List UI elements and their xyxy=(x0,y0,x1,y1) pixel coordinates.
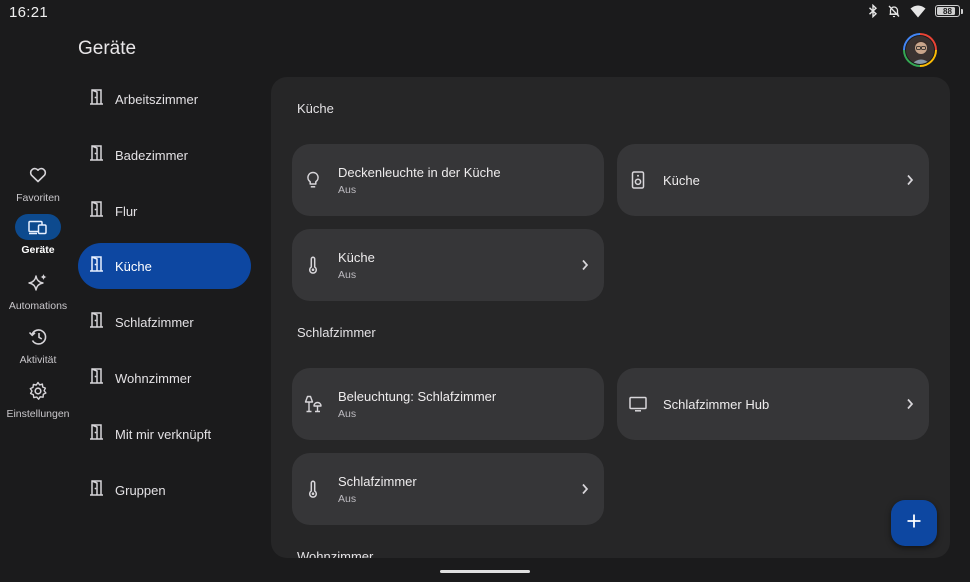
heart-icon xyxy=(15,162,61,188)
room-item-arbeitszimmer[interactable]: Arbeitszimmer xyxy=(78,76,251,122)
room-item-schlafzimmer[interactable]: Schlafzimmer xyxy=(78,299,251,345)
status-bar: 16:21 88 xyxy=(0,0,970,26)
device-name: Deckenleuchte in der Küche xyxy=(338,164,501,180)
device-card-schlafzimmer-thermostat[interactable]: Schlafzimmer Aus xyxy=(292,453,604,525)
status-time: 16:21 xyxy=(9,4,49,21)
rail-label-geraete: Geräte xyxy=(21,244,55,256)
rail-item-favoriten[interactable]: Favoriten xyxy=(0,162,76,204)
rail-label-automations: Automations xyxy=(8,300,68,312)
lightbulb-icon xyxy=(304,171,322,189)
gesture-nav-handle[interactable] xyxy=(440,570,530,573)
door-icon xyxy=(89,423,104,445)
section-title-schlafzimmer: Schlafzimmer xyxy=(297,325,376,340)
device-name: Küche xyxy=(663,172,700,188)
room-item-flur[interactable]: Flur xyxy=(78,188,251,234)
rail-item-einstellungen[interactable]: Einstellungen xyxy=(0,378,76,420)
sparkle-icon xyxy=(15,270,61,296)
device-status: Aus xyxy=(338,268,357,281)
device-status: Aus xyxy=(338,407,357,420)
room-label: Arbeitszimmer xyxy=(115,91,199,107)
room-label: Flur xyxy=(115,203,138,219)
gear-icon xyxy=(15,378,61,404)
lamps-icon xyxy=(304,395,322,413)
room-label: Mit mir verknüpft xyxy=(115,426,212,442)
chevron-right-icon xyxy=(581,258,589,276)
room-item-badezimmer[interactable]: Badezimmer xyxy=(78,132,251,178)
battery-level: 88 xyxy=(943,6,952,16)
room-label: Badezimmer xyxy=(115,147,188,163)
room-item-mit-mir-verknuepft[interactable]: Mit mir verknüpft xyxy=(78,411,251,457)
device-card-beleuchtung-schlafzimmer[interactable]: Beleuchtung: Schlafzimmer Aus xyxy=(292,368,604,440)
door-icon xyxy=(89,367,104,389)
room-label: Küche xyxy=(115,258,152,274)
device-card-kueche-thermostat[interactable]: Küche Aus xyxy=(292,229,604,301)
devices-icon xyxy=(15,214,61,240)
chevron-right-icon xyxy=(906,173,914,191)
rail-label-favoriten: Favoriten xyxy=(16,192,60,204)
add-device-button[interactable] xyxy=(891,500,937,546)
history-icon xyxy=(15,324,61,350)
device-status: Aus xyxy=(338,492,357,505)
rail-item-geraete[interactable]: Geräte xyxy=(0,214,76,256)
room-label: Gruppen xyxy=(115,482,166,498)
device-status: Aus xyxy=(338,183,357,196)
door-icon xyxy=(89,88,104,110)
user-avatar[interactable] xyxy=(903,33,937,67)
room-item-wohnzimmer[interactable]: Wohnzimmer xyxy=(78,355,251,401)
bluetooth-icon xyxy=(868,4,878,18)
room-label: Wohnzimmer xyxy=(115,370,192,386)
room-item-kueche[interactable]: Küche xyxy=(78,243,251,289)
rail-item-aktivitaet[interactable]: Aktivität xyxy=(0,324,76,366)
device-name: Beleuchtung: Schlafzimmer xyxy=(338,388,497,404)
device-name: Küche xyxy=(338,249,375,265)
devices-panel[interactable]: Küche Deckenleuchte in der Küche Aus Küc… xyxy=(271,77,950,558)
rail-label-einstellungen: Einstellungen xyxy=(6,408,70,420)
battery-icon: 88 xyxy=(935,5,963,17)
wifi-icon xyxy=(910,5,926,18)
thermometer-icon xyxy=(304,480,322,498)
room-item-gruppen[interactable]: Gruppen xyxy=(78,467,251,513)
section-title-wohnzimmer: Wohnzimmer xyxy=(297,549,374,558)
door-icon xyxy=(89,255,104,277)
page-title: Geräte xyxy=(78,38,137,59)
room-label: Schlafzimmer xyxy=(115,314,194,330)
section-title-kueche: Küche xyxy=(297,101,334,116)
door-icon xyxy=(89,479,104,501)
door-icon xyxy=(89,200,104,222)
door-icon xyxy=(89,311,104,333)
door-icon xyxy=(89,144,104,166)
device-name: Schlafzimmer Hub xyxy=(663,396,770,412)
bell-off-icon xyxy=(887,4,901,18)
rail-item-automations[interactable]: Automations xyxy=(0,270,76,312)
display-icon xyxy=(629,396,647,412)
device-card-kueche-speaker[interactable]: Küche xyxy=(617,144,929,216)
thermometer-icon xyxy=(304,256,322,274)
rail-label-aktivitaet: Aktivität xyxy=(19,354,57,366)
chevron-right-icon xyxy=(906,397,914,415)
chevron-right-icon xyxy=(581,482,589,500)
device-name: Schlafzimmer xyxy=(338,473,417,489)
plus-icon xyxy=(906,513,922,534)
device-card-deckenleuchte[interactable]: Deckenleuchte in der Küche Aus xyxy=(292,144,604,216)
speaker-icon xyxy=(629,171,647,189)
device-card-schlafzimmer-hub[interactable]: Schlafzimmer Hub xyxy=(617,368,929,440)
